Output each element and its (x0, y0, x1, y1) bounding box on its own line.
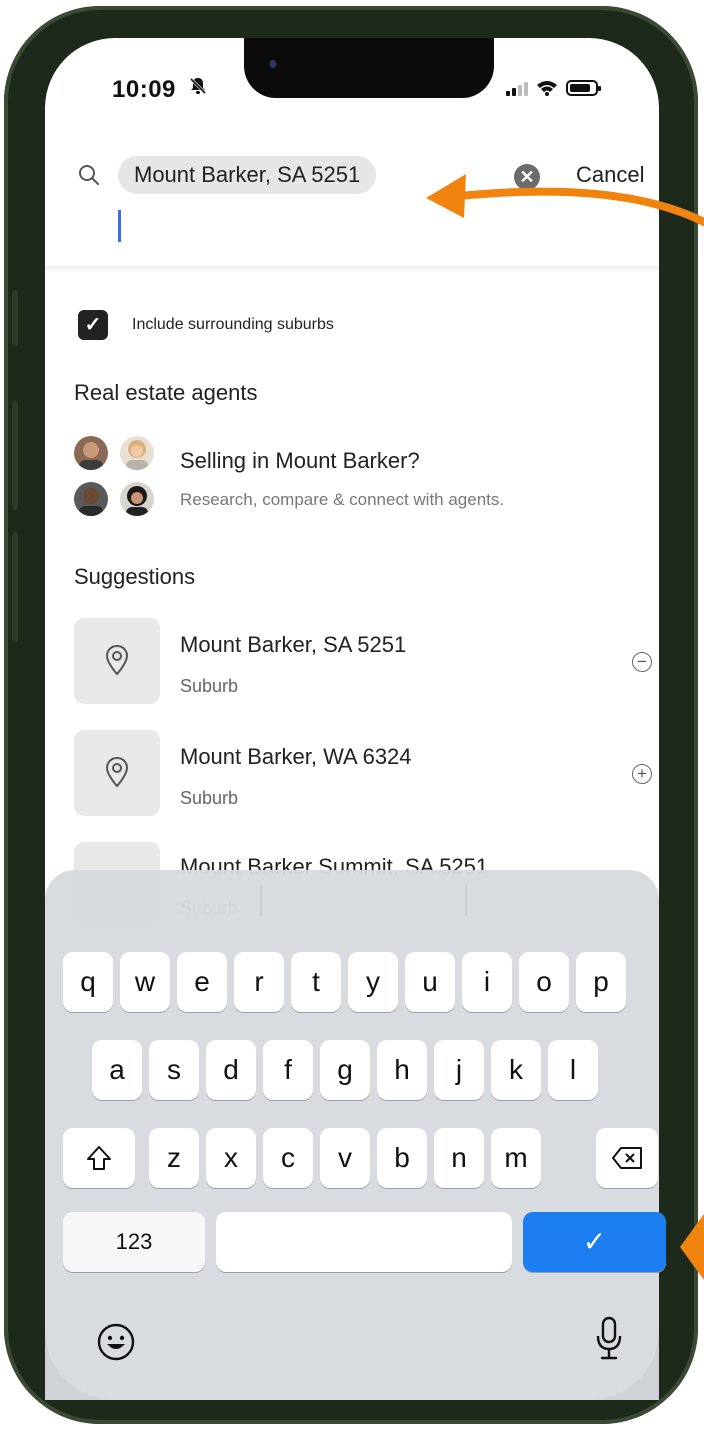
key-j[interactable]: j (434, 1040, 484, 1100)
annotation-arrow-icon (426, 174, 704, 226)
key-t[interactable]: t (291, 952, 341, 1012)
predictive-divider (260, 886, 262, 916)
key-y[interactable]: y (348, 952, 398, 1012)
suggestion-title: Mount Barker, WA 6324 (180, 744, 412, 769)
agent-photo-icon (79, 488, 103, 516)
search-divider (45, 266, 659, 272)
agents-promo-subtitle: Research, compare & connect with agents. (180, 490, 505, 509)
key-q[interactable]: q (63, 952, 113, 1012)
location-pin-icon (105, 644, 129, 676)
add-suggestion-icon[interactable]: + (632, 764, 652, 784)
suggestions-section-title: Suggestions (74, 564, 196, 589)
battery-icon (566, 80, 601, 96)
agent-avatar (74, 436, 108, 470)
include-surrounding-label: Include surrounding suburbs (132, 316, 334, 333)
numbers-key[interactable]: 123 (63, 1212, 205, 1272)
key-d[interactable]: d (206, 1040, 256, 1100)
signal-bar (512, 88, 516, 96)
key-s[interactable]: s (149, 1040, 199, 1100)
key-a[interactable]: a (92, 1040, 142, 1100)
location-pin-icon (105, 756, 129, 788)
wifi-icon (537, 81, 557, 96)
key-u[interactable]: u (405, 952, 455, 1012)
status-icons (506, 80, 601, 96)
key-m[interactable]: m (491, 1128, 541, 1188)
key-c[interactable]: c (263, 1128, 313, 1188)
key-e[interactable]: e (177, 952, 227, 1012)
key-k[interactable]: k (491, 1040, 541, 1100)
key-w[interactable]: w (120, 952, 170, 1012)
key-g[interactable]: g (320, 1040, 370, 1100)
suggestion-type: Suburb (180, 676, 239, 696)
key-h[interactable]: h (377, 1040, 427, 1100)
agent-photo-icon (126, 486, 148, 516)
emoji-icon[interactable] (96, 1322, 136, 1362)
key-v[interactable]: v (320, 1128, 370, 1188)
key-x[interactable]: x (206, 1128, 256, 1188)
agents-promo-title: Selling in Mount Barker? (180, 448, 420, 473)
key-o[interactable]: o (519, 952, 569, 1012)
key-r[interactable]: r (234, 952, 284, 1012)
key-l[interactable]: l (548, 1040, 598, 1100)
signal-icon (506, 80, 528, 96)
shift-key[interactable] (63, 1128, 135, 1188)
key-n[interactable]: n (434, 1128, 484, 1188)
signal-bar (506, 91, 510, 96)
backspace-icon (612, 1147, 642, 1169)
key-p[interactable]: p (576, 952, 626, 1012)
side-button-volume-down (12, 532, 18, 642)
key-i[interactable]: i (462, 952, 512, 1012)
dynamic-island (244, 38, 494, 98)
silent-bell-icon (188, 76, 208, 102)
predictive-divider (465, 886, 467, 916)
microphone-icon[interactable] (594, 1316, 624, 1362)
status-time: 10:09 (112, 76, 176, 103)
signal-bar (524, 82, 528, 96)
camera-dot (270, 60, 276, 68)
backspace-key[interactable] (596, 1128, 658, 1188)
search-location-chip[interactable]: Mount Barker, SA 5251 (118, 156, 377, 194)
key-b[interactable]: b (377, 1128, 427, 1188)
agents-section-title: Real estate agents (74, 380, 258, 405)
silent-bell-icon-svg (189, 77, 207, 95)
search-icon (79, 165, 99, 185)
remove-suggestion-icon[interactable]: − (632, 652, 652, 672)
agent-avatar (74, 482, 108, 516)
space-key[interactable] (216, 1212, 512, 1272)
suggestion-title: Mount Barker, SA 5251 (180, 632, 407, 657)
include-surrounding-checkbox[interactable]: ✓ (78, 310, 108, 340)
agent-photo-icon (79, 442, 103, 470)
side-button-volume-up (12, 400, 18, 510)
signal-bar (518, 85, 522, 96)
agent-avatar (120, 436, 154, 470)
suggestion-type: Suburb (180, 788, 239, 808)
side-button-action (12, 290, 18, 346)
agent-photo-icon (126, 440, 148, 470)
key-f[interactable]: f (263, 1040, 313, 1100)
agent-avatar (120, 482, 154, 516)
done-key[interactable]: ✓ (523, 1212, 666, 1272)
annotation-arrow-icon (680, 1214, 704, 1280)
predictive-strip (80, 880, 640, 920)
text-cursor[interactable] (118, 210, 121, 242)
key-z[interactable]: z (149, 1128, 199, 1188)
shift-icon (87, 1146, 111, 1170)
